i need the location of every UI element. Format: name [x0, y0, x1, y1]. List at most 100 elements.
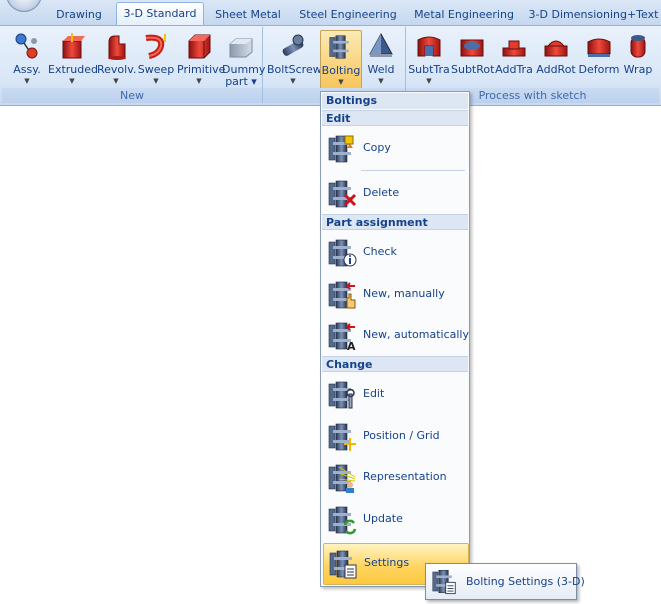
- bolting-button[interactable]: Bolting ▼: [320, 30, 362, 90]
- menu-section-part-assignment: Part assignment: [322, 214, 468, 230]
- bolting-label: Bolting: [321, 64, 361, 77]
- subtract-rotation-icon: [460, 39, 484, 57]
- deform-button[interactable]: Deform: [578, 30, 620, 88]
- tooltip: Bolting Settings (3-D): [425, 563, 585, 600]
- tab-3d-dimensioning-text[interactable]: 3-D Dimensioning+Text: [526, 5, 661, 24]
- wrap-button[interactable]: Wrap: [621, 30, 655, 88]
- primitive-icon: [188, 34, 211, 59]
- menu-item-label: Edit: [363, 387, 385, 400]
- wrap-label: Wrap: [623, 63, 653, 76]
- assembly-icon: [15, 33, 38, 59]
- tab-sheet-metal[interactable]: Sheet Metal: [204, 5, 292, 24]
- bolting-representation-icon: [327, 463, 356, 493]
- wrap-icon: [630, 35, 646, 58]
- dropdown-arrow-icon: ▼: [113, 77, 119, 85]
- dropdown-arrow-icon: ▼: [426, 77, 432, 85]
- menu-item-update[interactable]: Update: [323, 500, 467, 538]
- subtract-translation-icon: [417, 36, 441, 57]
- bolting-settings-icon: [328, 549, 357, 579]
- primitive-label: Primitive: [177, 63, 226, 76]
- add-translation-icon: [502, 40, 526, 57]
- addtra-button[interactable]: AddTra: [494, 30, 534, 88]
- sweep-button[interactable]: Sweep ▼: [136, 30, 176, 88]
- bolting-new-manually-icon: [327, 280, 356, 309]
- menu-section-edit: Edit: [322, 110, 468, 126]
- menu-separator: [361, 170, 465, 171]
- dummy-part-icon: [229, 38, 253, 58]
- extruded-button[interactable]: Extruded ▼: [48, 30, 98, 88]
- menu-title: Boltings: [322, 93, 468, 109]
- menu-item-label: Delete: [363, 186, 400, 199]
- assy-button[interactable]: Assy. ▼: [8, 30, 46, 88]
- tooltip-label: Bolting Settings (3-D): [466, 575, 585, 588]
- dummy-part-label: Dummy part ▾: [222, 63, 266, 88]
- deform-icon: [587, 38, 611, 57]
- bolt-screw-icon: [282, 34, 304, 56]
- menu-item-edit[interactable]: Edit: [323, 375, 467, 413]
- bolting-copy-icon: [327, 135, 354, 164]
- menu-item-new-manually[interactable]: New, manually: [323, 275, 467, 313]
- bolting-check-icon: [327, 238, 357, 267]
- dummy-part-button[interactable]: Dummy part ▾: [222, 30, 266, 88]
- menu-item-label: Check: [363, 245, 397, 258]
- bolting-settings-icon: [431, 568, 456, 595]
- revolve-icon: [108, 35, 126, 60]
- menu-item-copy[interactable]: Copy: [323, 129, 467, 167]
- tab-steel-engineering[interactable]: Steel Engineering: [293, 5, 403, 24]
- bolting-icon: [328, 33, 354, 61]
- extruded-label: Extruded: [48, 63, 98, 76]
- dropdown-arrow-icon: ▼: [69, 77, 75, 85]
- weld-label: Weld: [367, 63, 395, 76]
- menu-item-label: Copy: [363, 141, 391, 154]
- dropdown-arrow-icon: ▼: [378, 77, 384, 85]
- ribbon-tab-bar: Drawing 3-D Standard Sheet Metal Steel E…: [0, 0, 661, 26]
- menu-item-label: New, manually: [363, 287, 445, 300]
- extruded-icon: [62, 33, 85, 59]
- bolting-delete-icon: [327, 179, 357, 209]
- menu-item-label: Update: [363, 512, 403, 525]
- tab-drawing[interactable]: Drawing: [42, 5, 116, 24]
- add-rotation-icon: [544, 40, 568, 57]
- dropdown-arrow-icon: ▼: [153, 77, 159, 85]
- menu-item-check[interactable]: Check: [323, 233, 467, 271]
- menu-item-position-grid[interactable]: Position / Grid: [323, 417, 467, 455]
- dropdown-arrow-icon: ▼: [24, 77, 30, 85]
- subtra-label: SubtTra: [408, 63, 450, 76]
- subtra-button[interactable]: SubtTra ▼: [408, 30, 450, 88]
- weld-icon: [369, 32, 393, 57]
- menu-item-delete[interactable]: Delete: [323, 174, 467, 212]
- subtrot-label: SubtRot: [451, 63, 495, 76]
- bolting-new-automatically-icon: A: [327, 321, 356, 351]
- boltings-menu: Boltings Edit Copy Delete Part assignmen…: [320, 91, 470, 587]
- sweep-icon: [145, 34, 166, 59]
- subtrot-button[interactable]: SubtRot: [451, 30, 495, 88]
- menu-item-label: Settings: [364, 556, 410, 569]
- part-label: part: [225, 75, 248, 88]
- weld-button[interactable]: Weld ▼: [361, 30, 401, 88]
- menu-item-label: Position / Grid: [363, 429, 440, 442]
- menu-item-label: New, automatically: [363, 328, 469, 341]
- menu-item-label: Representation: [363, 470, 447, 483]
- dropdown-arrow-icon: ▼: [290, 77, 296, 85]
- dropdown-arrow-icon: ▼: [196, 77, 202, 85]
- menu-section-change: Change: [322, 356, 468, 372]
- deform-label: Deform: [578, 63, 620, 76]
- svg-text:A: A: [347, 340, 356, 351]
- sweep-label: Sweep: [137, 63, 175, 76]
- bolt-screw-label: BoltScrew: [267, 63, 322, 76]
- dropdown-arrow-icon: ▼: [338, 78, 344, 86]
- group-new: Assy. ▼ Extruded ▼ Revolv. ▼ Sweep ▼ Pri…: [2, 27, 266, 103]
- menu-item-representation[interactable]: Representation: [323, 458, 467, 496]
- menu-item-new-automatically[interactable]: A New, automatically: [323, 316, 469, 354]
- bolting-update-icon: [327, 505, 357, 535]
- addrot-button[interactable]: AddRot: [535, 30, 577, 88]
- bolt-screw-button[interactable]: BoltScrew ▼: [267, 30, 322, 88]
- primitive-button[interactable]: Primitive ▼: [177, 30, 226, 88]
- tab-metal-engineering[interactable]: Metal Engineering: [404, 5, 524, 24]
- assy-label: Assy.: [13, 63, 41, 76]
- addtra-label: AddTra: [495, 63, 533, 76]
- bolting-edit-icon: [327, 380, 355, 409]
- addrot-label: AddRot: [536, 63, 576, 76]
- tab-3d-standard[interactable]: 3-D Standard: [116, 2, 204, 26]
- revolve-button[interactable]: Revolv. ▼: [97, 30, 136, 88]
